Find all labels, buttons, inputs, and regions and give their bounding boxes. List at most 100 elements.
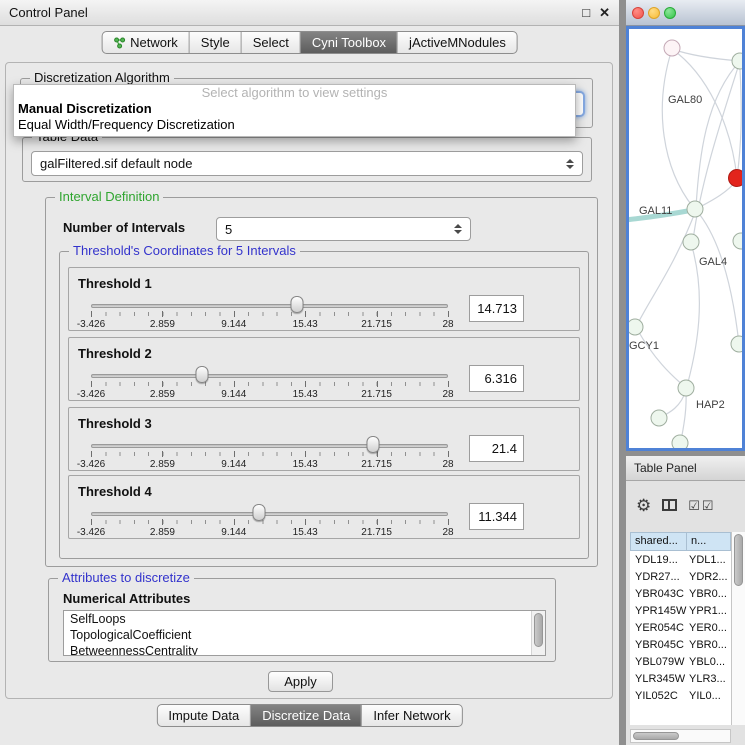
threshold-3-panel: Threshold 3 -3.426 2.859 9.144 15.43 21.…: [68, 407, 580, 471]
network-node[interactable]: [651, 410, 667, 426]
network-node[interactable]: [678, 380, 694, 396]
apply-button[interactable]: Apply: [268, 671, 333, 692]
slider-thumb[interactable]: [291, 296, 304, 313]
node-label: GAL4: [699, 256, 727, 268]
select-columns-icon[interactable]: ☑ ☑: [688, 499, 713, 512]
tab-style[interactable]: Style: [189, 32, 241, 53]
table-row[interactable]: YDL19... YDL1...: [630, 551, 731, 568]
table-cell: YER0...: [687, 622, 731, 634]
tab-impute-data-label: Impute Data: [168, 708, 239, 723]
table-data-combobox[interactable]: galFiltered.sif default node: [31, 151, 583, 176]
tab-jactivemnodules[interactable]: jActiveMNodules: [397, 32, 517, 53]
table-cell: YIL0...: [687, 690, 731, 702]
threshold-1-value[interactable]: 14.713: [469, 295, 524, 322]
slider-track[interactable]: [91, 374, 448, 378]
threshold-2-value[interactable]: 6.316: [469, 365, 524, 392]
selected-network-node[interactable]: [729, 170, 743, 187]
network-node[interactable]: [664, 40, 680, 56]
minimize-button[interactable]: [648, 7, 660, 19]
table-data-group: Table Data galFiltered.sif default node: [22, 137, 592, 182]
tab-discretize-data[interactable]: Discretize Data: [250, 705, 361, 726]
table-row[interactable]: YER054C YER0...: [630, 619, 731, 636]
network-node[interactable]: [683, 234, 699, 250]
table-vertical-scrollbar[interactable]: [731, 532, 745, 725]
algorithm-option-manual[interactable]: Manual Discretization: [14, 101, 575, 117]
interval-definition-group: Interval Definition Number of Intervals …: [45, 197, 598, 567]
slider-ticks: [91, 382, 448, 386]
network-node[interactable]: [731, 336, 742, 352]
slider-track[interactable]: [91, 444, 448, 448]
table-row[interactable]: YBR045C YBR0...: [630, 636, 731, 653]
network-node[interactable]: [687, 201, 703, 217]
node-label: GAL80: [668, 94, 702, 106]
table-cell: YIL052C: [630, 690, 687, 702]
algorithm-option-equal-width[interactable]: Equal Width/Frequency Discretization: [14, 117, 575, 133]
table-cell: YPR145W: [630, 605, 687, 617]
table-row[interactable]: YBR043C YBR0...: [630, 585, 731, 602]
close-panel-icon[interactable]: ✕: [599, 6, 610, 19]
network-view-window: GAL80 GAL11 GAL4 GCY1 HAP2: [626, 0, 745, 451]
slider-thumb[interactable]: [367, 436, 380, 453]
bottom-tab-bar: Impute Data Discretize Data Infer Networ…: [156, 704, 462, 727]
tab-infer-network[interactable]: Infer Network: [361, 705, 461, 726]
column-header-shared-name[interactable]: shared...: [630, 532, 687, 551]
threshold-1-slider[interactable]: -3.426 2.859 9.144 15.43 21.715 28: [91, 298, 448, 330]
columns-icon[interactable]: [662, 499, 677, 511]
column-header-name[interactable]: n...: [687, 532, 731, 551]
list-item[interactable]: BetweennessCentrality: [64, 643, 545, 656]
table-horizontal-scrollbar[interactable]: [630, 729, 731, 743]
float-window-icon[interactable]: □: [582, 6, 590, 19]
zoom-button[interactable]: [664, 7, 676, 19]
combo-arrows-icon: [560, 159, 574, 169]
slider-thumb[interactable]: [195, 366, 208, 383]
interval-definition-group-label: Interval Definition: [55, 189, 163, 204]
table-cell: YPR1...: [687, 605, 731, 617]
table-cell: YDL19...: [630, 554, 687, 566]
table-panel-title: Table Panel: [634, 461, 697, 475]
tab-cyni-toolbox-label: Cyni Toolbox: [312, 35, 386, 50]
checkbox-icon: ☑: [702, 499, 714, 512]
scrollbar-thumb[interactable]: [633, 732, 679, 740]
scrollbar-thumb[interactable]: [734, 534, 743, 586]
network-window-titlebar[interactable]: [626, 0, 745, 26]
threshold-2-slider[interactable]: -3.426 2.859 9.144 15.43 21.715 28: [91, 368, 448, 400]
table-row[interactable]: YBL079W YBL0...: [630, 653, 731, 670]
table-row[interactable]: YPR145W YPR1...: [630, 602, 731, 619]
threshold-3-slider[interactable]: -3.426 2.859 9.144 15.43 21.715 28: [91, 438, 448, 470]
network-node[interactable]: [672, 435, 688, 451]
slider-ticks: [91, 520, 448, 524]
slider-ticks: [91, 452, 448, 456]
list-item[interactable]: TopologicalCoefficient: [64, 627, 545, 643]
top-tab-bar: Network Style Select Cyni Toolbox jActiv…: [101, 31, 518, 54]
threshold-3-value[interactable]: 21.4: [469, 435, 524, 462]
slider-track[interactable]: [91, 512, 448, 516]
tab-infer-network-label: Infer Network: [373, 708, 450, 723]
tab-impute-data[interactable]: Impute Data: [157, 705, 250, 726]
numerical-attributes-list: SelfLoops TopologicalCoefficient Between…: [63, 610, 546, 656]
algorithm-placeholder-item: Select algorithm to view settings: [14, 85, 575, 101]
network-node[interactable]: [732, 53, 742, 69]
threshold-4-value[interactable]: 11.344: [469, 503, 524, 530]
table-column-headers: shared... n...: [630, 532, 731, 551]
threshold-4-slider[interactable]: -3.426 2.859 9.144 15.43 21.715 28: [91, 506, 448, 538]
number-of-intervals-combobox[interactable]: 5: [216, 217, 471, 241]
table-panel: Table Panel ⚙ ☑ ☑ shared... n... YDL19..…: [626, 456, 745, 745]
table-row[interactable]: YLR345W YLR3...: [630, 670, 731, 687]
tab-cyni-toolbox[interactable]: Cyni Toolbox: [300, 32, 397, 53]
slider-thumb[interactable]: [252, 504, 265, 521]
slider-track[interactable]: [91, 304, 448, 308]
tab-network[interactable]: Network: [102, 32, 189, 53]
list-item[interactable]: SelfLoops: [64, 611, 545, 627]
network-node-labels: GAL80 GAL11 GAL4 GCY1 HAP2: [629, 94, 727, 411]
close-button[interactable]: [632, 7, 644, 19]
network-canvas[interactable]: GAL80 GAL11 GAL4 GCY1 HAP2: [626, 26, 745, 451]
attributes-scrollbar[interactable]: [531, 611, 545, 655]
table-row[interactable]: YDR27... YDR2...: [630, 568, 731, 585]
tab-select[interactable]: Select: [241, 32, 300, 53]
thresholds-group: Threshold's Coordinates for 5 Intervals …: [59, 251, 589, 559]
table-row[interactable]: YIL052C YIL0...: [630, 687, 731, 704]
scrollbar-thumb[interactable]: [534, 613, 543, 647]
network-node[interactable]: [629, 319, 643, 335]
gear-icon[interactable]: ⚙: [636, 497, 651, 514]
network-node[interactable]: [733, 233, 742, 249]
